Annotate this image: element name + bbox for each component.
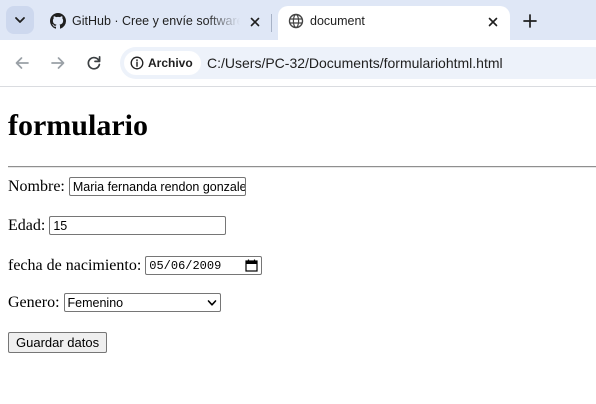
forward-arrow-icon[interactable]: [48, 53, 68, 73]
address-bar[interactable]: Archivo C:/Users/PC-32/Documents/formula…: [120, 47, 596, 79]
nombre-input-value: Maria fernanda rendon gonzalez: [72, 179, 246, 194]
github-icon: [50, 13, 66, 29]
nombre-input[interactable]: Maria fernanda rendon gonzalez: [68, 177, 246, 196]
fecha-label: fecha de nacimiento:: [8, 256, 142, 274]
back-arrow-icon[interactable]: [12, 53, 32, 73]
nombre-row: Nombre: Maria fernanda rendon gonzalez: [8, 177, 246, 196]
new-tab-icon[interactable]: [520, 11, 540, 31]
nombre-label: Nombre:: [8, 177, 65, 195]
reload-icon[interactable]: [84, 53, 104, 73]
tab-title: document: [310, 14, 365, 28]
chevron-down-icon: [15, 17, 25, 23]
edad-row: Edad: 15: [8, 216, 227, 235]
divider: [8, 166, 596, 168]
fecha-row: fecha de nacimiento: 05/06/2009: [8, 256, 263, 275]
site-info-chip[interactable]: Archivo: [124, 51, 201, 75]
page-content: formulario Nombre: Maria fernanda rendon…: [0, 87, 596, 404]
tab-document[interactable]: document: [278, 6, 510, 40]
genero-select-value: Femenino: [67, 295, 124, 310]
tab-title: GitHub · Cree y envíe software con GitHu…: [72, 14, 240, 28]
genero-label: Genero:: [8, 293, 60, 311]
globe-icon: [288, 13, 304, 29]
site-info-label: Archivo: [148, 56, 193, 70]
genero-select[interactable]: Femenino: [63, 293, 221, 312]
guardar-datos-button[interactable]: Guardar datos: [8, 332, 108, 353]
close-icon[interactable]: [248, 15, 262, 29]
genero-row: Genero: Femenino: [8, 293, 221, 312]
fecha-input-value: 05/06/2009: [149, 258, 222, 273]
page-title: formulario: [8, 109, 148, 142]
fecha-input[interactable]: 05/06/2009: [145, 256, 263, 275]
browser-tab-strip: GitHub · Cree y envíe software con GitHu…: [0, 0, 596, 40]
calendar-icon[interactable]: [245, 259, 258, 272]
info-icon: [130, 56, 144, 70]
edad-input[interactable]: 15: [49, 216, 227, 235]
edad-label: Edad:: [8, 216, 46, 234]
url-text[interactable]: C:/Users/PC-32/Documents/formulariohtml.…: [207, 55, 503, 71]
tab-search-button[interactable]: [6, 6, 34, 34]
close-icon[interactable]: [486, 15, 500, 29]
edad-input-value: 15: [53, 218, 68, 233]
tab-github[interactable]: GitHub · Cree y envíe software con GitHu…: [40, 6, 272, 40]
browser-toolbar: Archivo C:/Users/PC-32/Documents/formula…: [0, 40, 596, 87]
tab-separator: [271, 14, 272, 32]
chevron-down-icon: [207, 299, 216, 306]
